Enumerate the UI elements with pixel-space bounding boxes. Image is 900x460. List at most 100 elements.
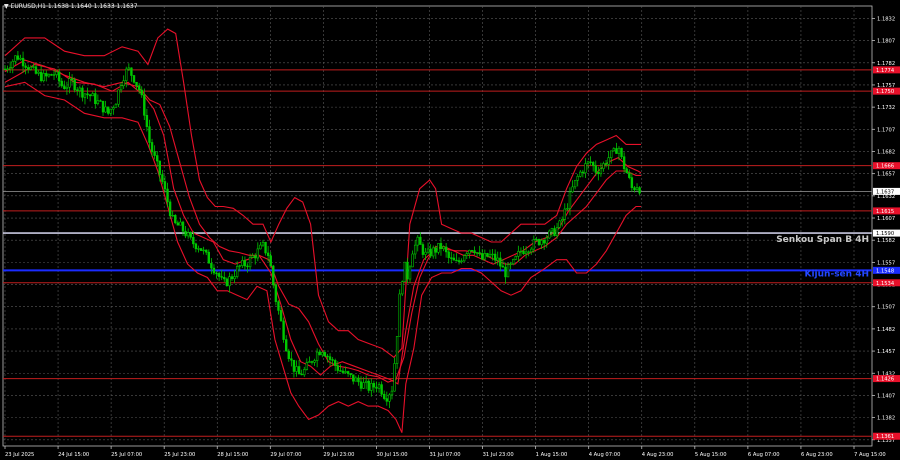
candle-body xyxy=(6,68,9,70)
candle-body xyxy=(207,251,210,264)
candle-body xyxy=(584,163,587,174)
candle-body xyxy=(225,278,229,287)
candle-body xyxy=(150,142,154,153)
x-tick-label: 31 Jul 07:00 xyxy=(430,452,461,458)
candle-body xyxy=(235,266,239,277)
candle-body xyxy=(186,232,190,237)
candle-body xyxy=(514,255,517,260)
candle-body xyxy=(424,251,427,255)
candle-body xyxy=(310,361,314,363)
candle-body xyxy=(166,188,169,203)
candle-body xyxy=(375,386,378,389)
candle-body xyxy=(246,265,249,268)
candle-body xyxy=(635,187,639,191)
candle-body xyxy=(548,230,551,239)
candle-body xyxy=(512,259,515,265)
x-tick-label: 24 Jul 15:00 xyxy=(58,452,89,458)
candle-body xyxy=(437,243,440,253)
candle-body xyxy=(313,360,316,363)
candle-body xyxy=(212,267,216,274)
x-tick-label: 23 Jul 2025 xyxy=(5,452,34,458)
candle-body xyxy=(32,66,35,68)
candle-body xyxy=(561,219,564,222)
candle-body xyxy=(96,100,100,105)
candle-body xyxy=(334,360,337,366)
candle-body xyxy=(143,94,146,116)
candle-body xyxy=(630,177,634,188)
candle-body xyxy=(163,181,167,190)
senkou-span-b-annotation: Senkou Span B 4H xyxy=(776,235,869,245)
level-label: 1.1426 xyxy=(876,377,894,383)
candle-body xyxy=(364,380,368,383)
candle-body xyxy=(444,246,448,253)
candle-body xyxy=(145,115,149,127)
candle-body xyxy=(21,57,25,67)
candle-body xyxy=(279,310,283,322)
candle-body xyxy=(3,68,7,71)
candle-body xyxy=(248,257,252,268)
candle-body xyxy=(537,239,541,246)
y-tick-label: 1.1557 xyxy=(877,260,895,266)
candle-body xyxy=(385,398,388,402)
candle-body xyxy=(88,94,92,97)
x-tick-label: 29 Jul 07:00 xyxy=(270,452,301,458)
candle-body xyxy=(527,251,530,253)
candle-body xyxy=(323,352,327,357)
plot-frame xyxy=(2,5,873,447)
candle-body xyxy=(483,253,487,260)
candle-body xyxy=(76,89,79,91)
candle-body xyxy=(393,363,396,392)
candle-body xyxy=(535,239,538,241)
x-tick-label: 1 Aug 15:00 xyxy=(536,452,568,458)
candle-body xyxy=(168,201,172,216)
candle-body xyxy=(625,168,628,174)
candle-body xyxy=(326,355,329,358)
candle-body xyxy=(42,73,45,82)
candle-body xyxy=(628,172,631,178)
candle-body xyxy=(509,263,512,265)
candle-body xyxy=(192,236,195,245)
x-tick-label: 28 Jul 15:00 xyxy=(217,452,248,458)
candle-body xyxy=(460,260,463,263)
candle-body xyxy=(210,262,213,269)
candle-body xyxy=(344,371,347,373)
candle-body xyxy=(499,257,502,267)
candle-body xyxy=(455,259,458,262)
candle-body xyxy=(447,251,450,259)
candle-body xyxy=(597,172,600,175)
candle-body xyxy=(171,215,174,217)
candle-body xyxy=(388,394,391,402)
price-chart[interactable]: 1.18321.18071.17821.17571.17321.17071.16… xyxy=(0,0,900,460)
y-tick-label: 1.1707 xyxy=(877,127,895,133)
candle-body xyxy=(638,187,641,194)
candle-body xyxy=(432,247,435,257)
candle-body xyxy=(468,250,471,254)
candle-body xyxy=(78,87,82,91)
candle-body xyxy=(241,260,244,266)
candle-body xyxy=(104,106,107,113)
candle-body xyxy=(566,208,569,210)
candle-body xyxy=(604,163,608,165)
level-label: 1.1361 xyxy=(876,434,894,440)
candle-body xyxy=(106,106,110,114)
candle-body xyxy=(223,277,226,280)
level-label: 1.1774 xyxy=(876,68,895,74)
candle-body xyxy=(594,165,597,173)
candle-body xyxy=(261,241,265,246)
candle-body xyxy=(315,351,319,361)
x-tick-label: 6 Aug 23:00 xyxy=(801,452,833,458)
candle-body xyxy=(522,250,525,255)
candle-body xyxy=(60,80,63,87)
candle-body xyxy=(478,252,481,254)
y-tick-label: 1.1657 xyxy=(877,172,895,178)
candle-body xyxy=(161,174,164,182)
candle-body xyxy=(125,68,128,82)
candle-body xyxy=(272,265,275,286)
candle-body xyxy=(346,371,350,374)
candle-body xyxy=(372,383,376,388)
kijun-sen-annotation: Kijun-sen 4H xyxy=(805,269,870,279)
candle-body xyxy=(181,221,185,232)
x-tick-label: 31 Jul 23:00 xyxy=(483,452,514,458)
candle-body xyxy=(153,151,156,156)
candle-body xyxy=(86,93,89,96)
